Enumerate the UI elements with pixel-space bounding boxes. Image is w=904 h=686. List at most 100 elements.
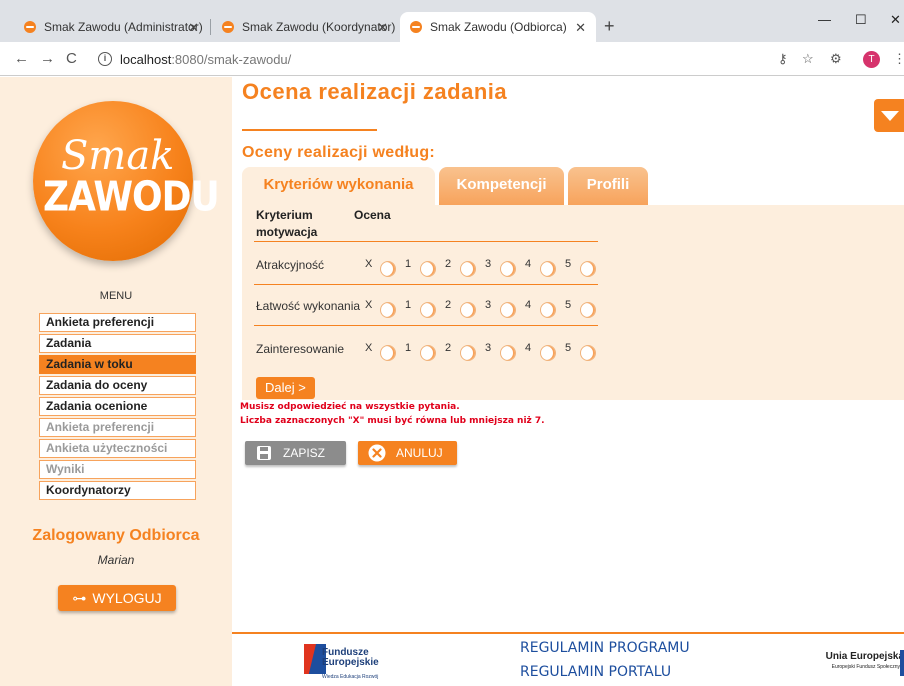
tab-kryteriow-wykonania[interactable]: Kryteriów wykonania [242,167,435,205]
tab-profili[interactable]: Profili [568,167,648,205]
fe-title: Fundusze Europejskie [322,647,379,668]
rating-option-label: 1 [405,299,412,311]
maximize-icon[interactable]: ☐ [855,12,867,28]
browser-tab-administrator[interactable]: Smak Zawodu (Administrator) ✕ [14,12,209,42]
rating-option-label: X [365,258,373,270]
error-message-x-limit: Liczba zaznaczonych "X" musi być równa l… [240,416,545,426]
logout-button[interactable]: ⊶ WYLOGUJ [58,585,176,611]
dropdown-toggle-icon[interactable] [874,99,904,132]
link-regulamin-portalu[interactable]: REGULAMIN PORTALU [520,664,671,680]
rating-radio-2-x[interactable] [380,302,396,318]
extension-icon[interactable]: ⚙ [830,51,842,67]
key-icon: ⊶ [72,589,87,606]
next-button[interactable]: Dalej > [256,377,315,399]
favicon-icon [410,21,422,33]
criterion-label-zainteresowanie: Zainteresowanie [256,342,345,356]
rating-option-label: 2 [445,258,452,270]
rating-radio-1-4[interactable] [540,261,556,277]
column-header-rating: Ocena [354,208,391,222]
rating-option-label: 5 [565,299,572,311]
cancel-button[interactable]: ANULUJ [358,441,457,465]
reload-icon[interactable]: C [66,50,77,67]
rating-option-label: 1 [405,258,412,270]
rating-radio-3-2[interactable] [460,345,476,361]
rating-radio-1-1[interactable] [420,261,436,277]
sidebar-item-ankieta-uzytecznosci: Ankieta użyteczności [39,439,196,458]
rating-option-label: 4 [525,258,532,270]
sidebar-menu: Ankieta preferencji Zadania Zadania w to… [39,313,196,502]
rating-radio-2-3[interactable] [500,302,516,318]
menu-dots-icon[interactable]: ⋮ [893,51,904,67]
rating-radio-3-1[interactable] [420,345,436,361]
minimize-icon[interactable]: — [818,12,831,27]
rating-option-label: 2 [445,299,452,311]
menu-title: MENU [99,290,133,302]
sidebar-item-wyniki: Wyniki [39,460,196,479]
rating-radio-3-3[interactable] [500,345,516,361]
section-subtitle: Oceny realizacji według: [242,144,436,161]
rating-option-label: 3 [485,258,492,270]
rating-option-label: 3 [485,342,492,354]
title-underline [242,129,377,131]
close-window-icon[interactable]: ✕ [890,12,901,28]
smak-zawodu-logo[interactable]: Smak ZAWODU [33,101,220,261]
error-message-all-questions: Musisz odpowiedzieć na wszystkie pytania… [240,402,460,412]
sidebar-item-zadania-ocenione[interactable]: Zadania ocenione [39,397,196,416]
save-button[interactable]: ZAPISZ [245,441,346,465]
criteria-panel: Kryterium motywacja Ocena Atrakcyjność Ł… [242,205,904,400]
row-divider [254,325,598,326]
back-icon[interactable]: ← [14,50,29,67]
rating-option-label: 5 [565,258,572,270]
rating-option-label: X [365,299,373,311]
sidebar-item-ankieta-preferencji-disabled: Ankieta preferencji [39,418,196,437]
logged-in-label: Zalogowany Odbiorca [32,527,200,544]
favicon-icon [24,21,36,33]
rating-option-label: 2 [445,342,452,354]
url-input[interactable]: i localhost:8080/smak-zawodu/ [96,47,726,71]
close-tab-icon[interactable]: ✕ [188,20,199,36]
rating-radio-2-5[interactable] [580,302,596,318]
ue-title: Unia Europejska [825,651,904,662]
column-header-criterion: Kryterium motywacja [256,208,318,239]
info-icon[interactable]: i [98,52,112,66]
star-icon[interactable]: ☆ [802,51,814,67]
criterion-label-atrakcyjnosc: Atrakcyjność [256,258,325,272]
ue-subtitle: Europejski Fundusz Społeczny [831,664,900,670]
sidebar-item-ankieta-preferencji[interactable]: Ankieta preferencji [39,313,196,332]
profile-avatar[interactable]: T [863,51,880,68]
browser-tab-odbiorca[interactable]: Smak Zawodu (Odbiorca) ✕ [400,12,596,42]
ue-flag-logo [900,650,904,676]
key-icon[interactable]: ⚷ [778,51,788,67]
sidebar-item-zadania[interactable]: Zadania [39,334,196,353]
page: Smak ZAWODU MENU Ankieta preferencji Zad… [0,77,904,686]
link-regulamin-programu[interactable]: REGULAMIN PROGRAMU [520,640,690,656]
rating-radio-3-4[interactable] [540,345,556,361]
rating-radio-1-5[interactable] [580,261,596,277]
logo-text-smak: Smak [61,133,175,179]
rating-radio-1-x[interactable] [380,261,396,277]
sidebar: Smak ZAWODU MENU Ankieta preferencji Zad… [0,77,232,686]
new-tab-icon[interactable]: + [604,16,615,37]
rating-option-label: 5 [565,342,572,354]
close-tab-icon[interactable]: ✕ [377,20,388,36]
sidebar-item-koordynatorzy[interactable]: Koordynatorzy [39,481,196,500]
url-path: :8080/smak-zawodu/ [171,51,292,67]
address-bar: ← → C i localhost:8080/smak-zawodu/ ⚷ ☆ … [0,42,904,76]
rating-radio-2-4[interactable] [540,302,556,318]
favicon-icon [222,21,234,33]
rating-radio-1-3[interactable] [500,261,516,277]
tab-kompetencji[interactable]: Kompetencji [439,167,564,205]
row-divider [254,284,598,285]
browser-tab-koordynator[interactable]: Smak Zawodu (Koordynator) ✕ [212,12,398,42]
rating-option-label: X [365,342,373,354]
rating-radio-2-1[interactable] [420,302,436,318]
rating-radio-1-2[interactable] [460,261,476,277]
sidebar-item-zadania-do-oceny[interactable]: Zadania do oceny [39,376,196,395]
close-tab-icon[interactable]: ✕ [575,20,586,36]
rating-radio-3-5[interactable] [580,345,596,361]
rating-radio-3-x[interactable] [380,345,396,361]
forward-icon[interactable]: → [40,50,55,67]
browser-tab-bar: Smak Zawodu (Administrator) ✕ Smak Zawod… [0,0,904,42]
rating-radio-2-2[interactable] [460,302,476,318]
sidebar-item-zadania-w-toku[interactable]: Zadania w toku [39,355,196,374]
